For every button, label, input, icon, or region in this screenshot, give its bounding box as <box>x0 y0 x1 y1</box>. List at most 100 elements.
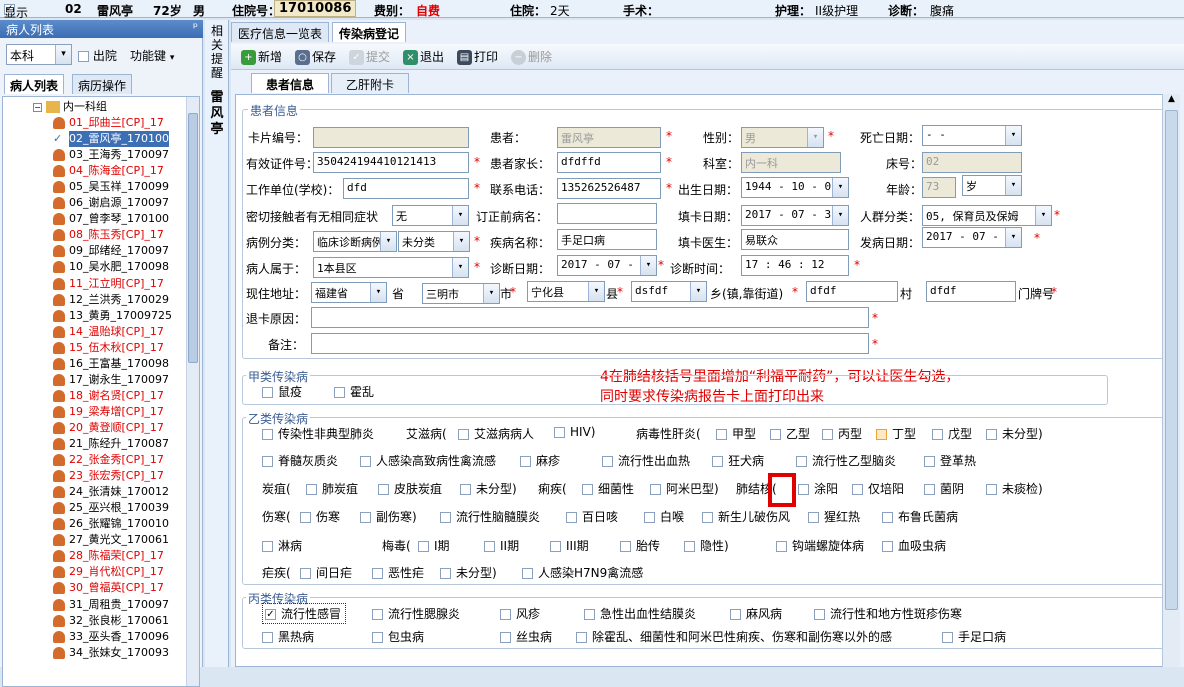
belong-select[interactable]: 1本县区 ▾ <box>313 257 469 278</box>
diag-date-field[interactable]: 2017 - 07 - 31 ▾ <box>557 255 657 276</box>
tab-infectious-register[interactable]: 传染病登记 <box>332 22 407 42</box>
cb-pertussis[interactable]: 百日咳 <box>566 508 618 525</box>
cb-class-c[interactable]: 除霍乱、细菌性和阿米巴性痢疾、伤寒和副伤寒以外的感 <box>576 628 892 645</box>
cb-hemorrhagic-fever[interactable]: 流行性出血热 <box>602 452 690 469</box>
cb-malaria-untyped[interactable]: 未分型) <box>440 564 497 581</box>
county-select[interactable]: 宁化县 ▾ <box>527 281 605 302</box>
village-field[interactable]: dfdf <box>806 281 898 302</box>
cb-class-c[interactable]: 急性出血性结膜炎 <box>584 605 696 622</box>
patient-row[interactable]: 16_王富基_170098 <box>53 356 169 372</box>
cb-aids-patient[interactable]: 艾滋病病人 <box>458 425 534 442</box>
cb-hep-c[interactable]: 丙型 <box>822 425 862 442</box>
cb-syph-congenital[interactable]: 胎传 <box>620 537 660 554</box>
guardian-field[interactable]: dfdffd <box>557 152 661 173</box>
case-select-2[interactable]: 未分类 ▾ <box>398 231 470 252</box>
patient-row[interactable]: 12_兰洪秀_170029 <box>53 292 169 308</box>
pin-icon[interactable]: ᵖ <box>193 20 198 34</box>
town-select[interactable]: dsfdf ▾ <box>631 281 707 302</box>
patient-row[interactable]: 19_梁寿增[CP]_17 <box>53 404 164 420</box>
add-button[interactable]: + 新增 <box>241 48 282 65</box>
cb-paratyphoid[interactable]: 副伤寒) <box>360 508 417 525</box>
tab-hepb-card[interactable]: 乙肝附卡 <box>331 73 410 93</box>
patient-field[interactable]: 雷风亭 <box>557 127 661 148</box>
birth-date-field[interactable]: 1944 - 10 - 01 ▾ <box>741 177 849 198</box>
cb-rabies[interactable]: 狂犬病 <box>712 452 764 469</box>
onset-date-field[interactable]: 2017 - 07 - 31 ▾ <box>922 227 1022 248</box>
cb-cholera[interactable]: 霍乱 <box>334 383 374 400</box>
cb-dengue[interactable]: 登革热 <box>924 452 976 469</box>
tab-record-ops[interactable]: 病历操作 <box>72 74 133 94</box>
patient-row[interactable]: 31_周租贵_170097 <box>53 597 169 613</box>
card-no-field[interactable] <box>313 127 469 148</box>
chevron-down-icon[interactable]: ▾ <box>690 282 706 301</box>
tree-root[interactable]: − 内一科组 <box>33 99 107 115</box>
chevron-down-icon[interactable]: ▾ <box>1005 126 1021 145</box>
cb-falciparum[interactable]: 恶性疟 <box>372 564 424 581</box>
cb-syph-latent[interactable]: 隐性) <box>684 537 729 554</box>
fill-date-field[interactable]: 2017 - 07 - 31 ▾ <box>741 205 849 226</box>
cb-class-c[interactable]: 黑热病 <box>262 628 314 645</box>
patient-row[interactable]: 18_谢名贤[CP]_17 <box>53 388 164 404</box>
cb-class-c[interactable]: ✓ 流行性感冒 <box>262 603 347 624</box>
submit-button[interactable]: ✓ 提交 <box>349 48 390 65</box>
patient-row[interactable]: 14_温贻球[CP]_17 <box>53 324 164 340</box>
bed-field[interactable]: 02 <box>922 152 1022 173</box>
cb-class-c[interactable]: 流行性和地方性斑疹伤寒 <box>814 605 962 622</box>
contact-select[interactable]: 无 ▾ <box>392 205 469 226</box>
chevron-down-icon[interactable]: ▾ <box>370 283 386 302</box>
dept-field[interactable]: 内一科 <box>741 152 841 173</box>
doctor-field[interactable]: 易联众 <box>741 229 849 250</box>
cb-tb-untested[interactable]: 未痰检) <box>986 480 1043 497</box>
patient-row[interactable]: 32_张良彬_170061 <box>53 613 169 629</box>
cb-schistosomiasis[interactable]: 血吸虫病 <box>882 537 946 554</box>
chevron-down-icon[interactable]: ▾ <box>1005 228 1021 247</box>
cb-jap-encephalitis[interactable]: 流行性乙型脑炎 <box>796 452 896 469</box>
cb-scarlet-fever[interactable]: 猩红热 <box>808 508 860 525</box>
cb-hep-e[interactable]: 戊型 <box>932 425 972 442</box>
patient-row[interactable]: 15_伍木秋[CP]_17 <box>53 340 164 356</box>
reason-field[interactable] <box>311 307 869 328</box>
cb-hep-b[interactable]: 乙型 <box>770 425 810 442</box>
patient-row[interactable]: 34_张妹女_170093 <box>53 645 169 661</box>
patient-row[interactable]: 21_陈经升_170087 <box>53 436 169 452</box>
patient-row[interactable]: 07_曾李琴_170100 <box>53 211 169 227</box>
patient-row[interactable]: 08_陈玉秀[CP]_17 <box>53 227 164 243</box>
delete-button[interactable]: − 删除 <box>511 48 552 65</box>
patient-row[interactable]: 09_邱绪经_170097 <box>53 243 169 259</box>
cb-hep-untyped[interactable]: 未分型) <box>986 425 1043 442</box>
cb-tb-negative[interactable]: 菌阴 <box>924 480 964 497</box>
remark-field[interactable] <box>311 333 869 354</box>
cb-class-c[interactable]: 风疹 <box>500 605 540 622</box>
cb-syph-1[interactable]: I期 <box>418 537 450 554</box>
cb-gonorrhea[interactable]: 淋病 <box>262 537 302 554</box>
chevron-down-icon[interactable]: ▾ <box>807 128 823 147</box>
patient-row[interactable]: 10_吴水肥_170098 <box>53 259 169 275</box>
scrollbar-thumb[interactable] <box>188 113 198 363</box>
cb-hep-d[interactable]: 丁型 <box>876 425 916 442</box>
house-no-field[interactable]: dfdf <box>926 281 1016 302</box>
chevron-down-icon[interactable]: ▾ <box>452 206 468 225</box>
tab-patient-list[interactable]: 病人列表 <box>4 74 65 94</box>
cb-syph-3[interactable]: III期 <box>550 537 589 554</box>
patient-row[interactable]: 29_肖代松[CP]_17 <box>53 564 164 580</box>
patient-row[interactable]: 22_张金秀[CP]_17 <box>53 452 164 468</box>
patient-row[interactable]: 23_张宏秀[CP]_17 <box>53 468 164 484</box>
chevron-down-icon[interactable]: ▾ <box>832 178 848 197</box>
scroll-up-icon[interactable]: ▲ <box>1165 94 1178 108</box>
patient-row[interactable]: 27_黄光文_170061 <box>53 532 169 548</box>
chevron-down-icon[interactable]: ▾ <box>832 206 848 225</box>
patient-row[interactable]: 05_吴玉祥_170099 <box>53 179 169 195</box>
disease-field[interactable]: 手足口病 <box>557 229 657 250</box>
cb-avian-flu[interactable]: 人感染高致病性禽流感 <box>360 452 496 469</box>
cb-sars[interactable]: 传染性非典型肺炎 <box>262 425 374 442</box>
patient-row[interactable]: 03_王海秀_170097 <box>53 147 169 163</box>
cb-tb-culture[interactable]: 仅培阳 <box>852 480 904 497</box>
cb-neonatal-tetanus[interactable]: 新生儿破伤风 <box>702 508 790 525</box>
chevron-down-icon[interactable]: ▾ <box>1005 176 1021 195</box>
cb-class-c[interactable]: 丝虫病 <box>500 628 552 645</box>
patient-row[interactable]: 13_黄勇_17009725 <box>53 308 172 324</box>
chevron-down-icon[interactable]: ▾ <box>1035 206 1051 225</box>
function-key-menu[interactable]: 功能键 ▾ <box>130 47 174 64</box>
cb-class-c[interactable]: 麻风病 <box>730 605 782 622</box>
chevron-down-icon[interactable]: ▾ <box>452 258 468 277</box>
